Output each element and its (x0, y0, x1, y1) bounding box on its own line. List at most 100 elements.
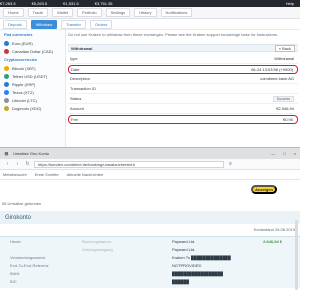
status-badge: Success (272, 95, 294, 102)
subtab-deposit[interactable]: Deposit (3, 19, 27, 29)
transaction-left-label: IBAN (10, 270, 20, 276)
browser-urlbar: ‹ › ↻ https://kunden.comdirect.de/bankin… (0, 159, 300, 170)
withdrawal-title: Withdrawal (71, 45, 93, 51)
bank-page-content: Anzeigen 56 Umsätze gefunden Girokonto K… (0, 180, 300, 300)
transaction-right-value: ██████████████████ (172, 270, 224, 276)
main-nav: Home Trade Wallet Portfolio Settings His… (0, 7, 300, 19)
tezos-icon (4, 89, 9, 95)
fee-value: €0.90 (282, 117, 293, 122)
bookmark-2[interactable]: Erste Schritte (35, 172, 59, 177)
transaction-right-value: Payward Ltd. (172, 238, 196, 244)
type-value: Withdrawal (274, 56, 294, 61)
transaction-left-label: BIC (10, 278, 17, 284)
eur-icon (4, 40, 9, 46)
subtab-orders[interactable]: Orders (89, 19, 113, 29)
description-label: Description (70, 76, 91, 81)
transaction-row: Verwendungszweck Kraken To █████████████… (0, 253, 300, 261)
transaction-details: Heute Buchungsdatum Payward Ltd. 2.646,9… (0, 236, 300, 288)
transaction-row: BIC ██████ (0, 277, 300, 285)
transaction-mid-label: Buchungsdatum (82, 238, 111, 244)
transaction-row: Zahlungseingang Payward Ltd. (0, 245, 300, 253)
transaction-row: End-To-End-Referenz NOTPROVIDED (0, 261, 300, 269)
transactions-found-text: 56 Umsätze gefunden (2, 201, 42, 206)
window-controls: — □ × (271, 151, 296, 156)
tab-home[interactable]: Home (3, 8, 24, 17)
cad-icon (4, 48, 9, 54)
bookmark-1[interactable]: Meistbesucht (3, 172, 27, 177)
sidebar-item-label: Ripple (XRP) (12, 81, 36, 87)
bookmark-3[interactable]: Aktuelle Nachrichten (67, 172, 104, 177)
tab-wallet[interactable]: Wallet (51, 8, 73, 17)
tether-icon (4, 73, 9, 79)
currency-sidebar: Fiat currencies Euro (EUR) Canadian Doll… (0, 30, 66, 147)
sidebar-item-label: Canadian Dollar (CAD) (12, 48, 53, 54)
back-button[interactable]: « Back (274, 44, 295, 52)
balance-1: €7,263.5 (0, 1, 16, 6)
withdrawal-notice: Do not use Kraken to withdraw from these… (68, 32, 279, 37)
transaction-right-value: Kraken To ██████████████ (172, 254, 231, 260)
bank-browser-window: ◼ Umsätze Giro Konto — □ × ‹ › ↻ https:/… (0, 148, 300, 300)
sidebar-item-tezos[interactable]: Tezos (XTZ) (0, 88, 65, 96)
sidebar-item-dogecoin[interactable]: Dogecoin (XDG) (0, 104, 65, 112)
table-row: Fee €0.90 (68, 115, 298, 124)
close-icon[interactable]: × (294, 151, 296, 156)
date-label: Date (71, 67, 80, 72)
account-section-title: Girokonto (0, 211, 300, 224)
transaction-id-label: Transaction ID (70, 86, 96, 91)
subtab-transfer[interactable]: Transfer (61, 19, 86, 29)
dogecoin-icon (4, 105, 9, 111)
fiat-section-title: Fiat currencies (4, 32, 33, 37)
transaction-amount: 2.646,94 € (263, 238, 282, 244)
browser-titlebar: ◼ Umsätze Giro Konto — □ × (0, 148, 300, 159)
page-scrollbar[interactable] (295, 220, 298, 290)
ripple-icon (4, 81, 9, 87)
transaction-right-value: ██████ (172, 278, 190, 284)
status-value: Success (122, 95, 296, 102)
sidebar-item-bitcoin[interactable]: Bitcoin (XBT) (0, 64, 65, 72)
withdrawal-detail-pane: Do not use Kraken to withdraw from these… (68, 30, 300, 147)
sub-nav: Deposit Withdraw Transfer Orders (0, 19, 300, 30)
status-label: Status (70, 96, 82, 101)
sidebar-item-label: Bitcoin (XBT) (12, 65, 36, 71)
table-row: Date 06-24 13:03:58 (+0000) (68, 65, 298, 74)
back-icon[interactable]: ‹ (4, 161, 11, 168)
sidebar-item-cad[interactable]: Canadian Dollar (CAD) (0, 47, 65, 55)
sidebar-item-ripple[interactable]: Ripple (XRP) (0, 80, 65, 88)
screenshot-frame: €7,263.5 €5,263.5 €1,531.5 €3,751.35 Hel… (0, 0, 300, 300)
fee-label: Fee (71, 117, 78, 122)
show-button[interactable]: Anzeigen (251, 185, 277, 194)
browser-tab-title[interactable]: Umsätze Giro Konto (13, 151, 49, 156)
tab-trade[interactable]: Trade (27, 8, 48, 17)
subtab-withdraw[interactable]: Withdraw (30, 19, 58, 29)
forward-icon[interactable]: › (14, 161, 21, 168)
tab-portfolio[interactable]: Portfolio (76, 8, 102, 17)
transaction-row: Heute Buchungsdatum Payward Ltd. 2.646,9… (0, 237, 300, 245)
sidebar-item-litecoin[interactable]: Litecoin (LTC) (0, 96, 65, 104)
address-bar[interactable]: https://kunden.comdirect.de/banking/umsa… (34, 160, 224, 168)
minimize-icon[interactable]: — (271, 151, 275, 156)
table-row: Transaction ID (68, 84, 298, 94)
amount-value: €2,946.94 (276, 106, 294, 111)
litecoin-icon (4, 97, 9, 103)
transaction-row: IBAN ██████████████████ (0, 269, 300, 277)
tab-settings[interactable]: Settings (105, 8, 131, 17)
tab-history[interactable]: History (134, 8, 157, 17)
balance-2: €5,263.5 (31, 1, 48, 6)
transaction-left-label: Heute (10, 238, 21, 244)
reload-icon[interactable]: ↻ (24, 161, 31, 168)
sidebar-item-label: Euro (EUR) (12, 40, 33, 46)
sidebar-item-tether[interactable]: Tether USD (USDT) (0, 72, 65, 80)
table-row: type Withdrawal (68, 54, 298, 64)
amount-label: Amount (70, 106, 84, 111)
sidebar-item-eur[interactable]: Euro (EUR) (0, 39, 65, 47)
maximize-icon[interactable]: □ (283, 151, 285, 156)
withdrawal-details-table: type Withdrawal Date 06-24 13:03:58 (+00… (68, 54, 298, 124)
balance-4: €3,751.35 (94, 1, 113, 6)
transaction-left-label: End-To-End-Referenz (10, 262, 49, 268)
menu-icon[interactable]: ≡ (227, 161, 234, 168)
transaction-right-value: Payward Ltd. (172, 246, 196, 252)
withdrawal-header: Withdrawal « Back (68, 44, 298, 52)
tab-notifications[interactable]: Notifications (160, 8, 193, 17)
help-link[interactable]: Help (286, 1, 294, 6)
browser-tab-icon: ◼ (4, 150, 9, 157)
